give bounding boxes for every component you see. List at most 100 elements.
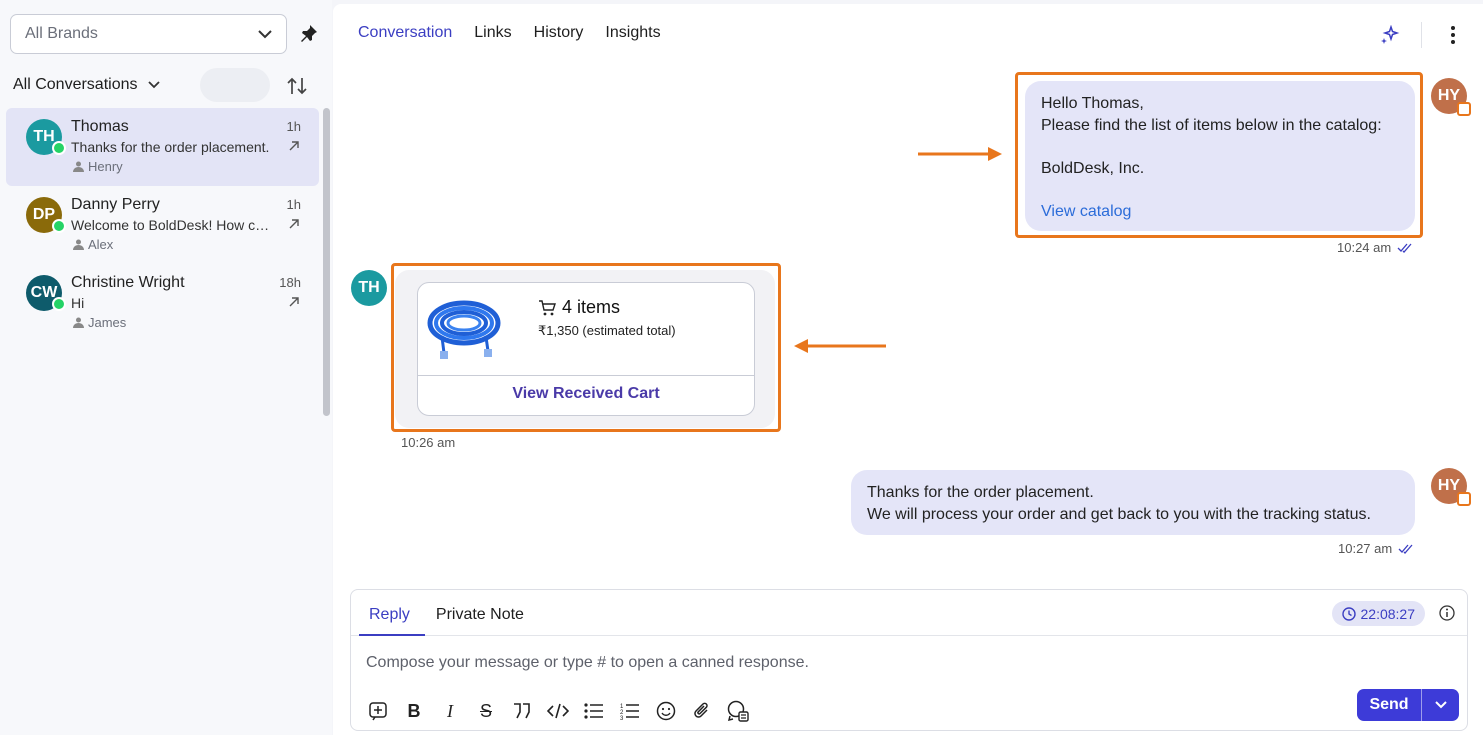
active-tab-indicator xyxy=(359,634,425,636)
svg-text:3: 3 xyxy=(620,716,624,720)
cable-image-icon xyxy=(427,300,501,359)
insert-article-icon[interactable] xyxy=(367,700,389,722)
conversation-preview: Hi xyxy=(71,295,85,311)
strikethrough-icon[interactable]: S xyxy=(475,700,497,722)
annotation-arrow-left-icon xyxy=(794,339,886,353)
outgoing-message: Hello Thomas, Please find the list of it… xyxy=(1025,81,1415,231)
bold-icon[interactable]: B xyxy=(403,700,425,722)
sidebar-scrollbar[interactable] xyxy=(323,108,330,416)
assigned-agent: James xyxy=(73,315,126,330)
conversation-item[interactable]: DP Danny Perry 1h Welcome to BoldDesk! H… xyxy=(6,186,319,264)
cart-message: 4 items ₹1,350 (estimated total) View Re… xyxy=(395,270,775,428)
quote-icon[interactable] xyxy=(511,700,533,722)
assigned-agent: Henry xyxy=(73,159,123,174)
conversation-time: 1h xyxy=(286,119,301,134)
agent-status-badge xyxy=(1457,102,1471,116)
arrow-up-right-icon xyxy=(289,297,299,307)
cart-icon xyxy=(539,299,556,315)
brand-select-value: All Brands xyxy=(25,25,98,42)
cart-card: 4 items ₹1,350 (estimated total) View Re… xyxy=(417,282,755,416)
message-line: We will process your order and get back … xyxy=(867,505,1371,523)
send-options-dropdown[interactable] xyxy=(1421,689,1459,721)
outgoing-message: Thanks for the order placement. We will … xyxy=(851,470,1415,535)
sparkle-icon[interactable] xyxy=(1380,25,1400,45)
cart-total: ₹1,350 (estimated total) xyxy=(538,323,676,338)
view-catalog-link[interactable]: View catalog xyxy=(1041,201,1399,223)
compose-input[interactable]: Compose your message or type # to open a… xyxy=(366,654,809,672)
message-line: BoldDesk, Inc. xyxy=(1041,159,1145,177)
whatsapp-icon xyxy=(52,141,66,155)
agent-status-badge xyxy=(1457,492,1471,506)
send-button[interactable]: Send xyxy=(1357,689,1459,721)
tab-insights[interactable]: Insights xyxy=(605,24,660,42)
tab-history[interactable]: History xyxy=(534,24,584,42)
conversation-time: 18h xyxy=(279,275,301,290)
tab-private-note[interactable]: Private Note xyxy=(436,606,524,624)
info-icon[interactable] xyxy=(1439,605,1455,621)
conversation-item[interactable]: TH Thomas 1h Thanks for the order placem… xyxy=(6,108,319,186)
sort-icon[interactable] xyxy=(286,75,308,97)
tab-conversation[interactable]: Conversation xyxy=(358,24,452,42)
message-line: Please find the list of items below in t… xyxy=(1041,116,1382,134)
conversation-preview: Welcome to BoldDesk! How can I help you? xyxy=(71,217,271,233)
customer-avatar: TH xyxy=(351,270,387,306)
conversation-panel: Conversation Links History Insights Hell… xyxy=(333,4,1483,735)
cart-items-count: 4 items xyxy=(562,297,621,317)
agent-name: James xyxy=(88,315,127,330)
user-icon xyxy=(73,317,84,328)
arrow-up-right-icon xyxy=(289,141,299,151)
contact-name: Thomas xyxy=(71,118,129,135)
double-check-icon xyxy=(1397,243,1412,253)
chevron-down-icon xyxy=(258,29,272,38)
conversation-filter-label: All Conversations xyxy=(13,76,138,93)
pin-icon[interactable] xyxy=(298,24,318,44)
filter-pill xyxy=(200,68,270,102)
message-line: Hello Thomas, xyxy=(1041,95,1144,112)
conversation-filter[interactable]: All Conversations xyxy=(13,76,160,94)
message-line: Thanks for the order placement. xyxy=(867,484,1094,501)
message-time: 10:27 am xyxy=(1338,541,1393,556)
formatting-toolbar: B I S 123 xyxy=(367,700,749,722)
tab-reply[interactable]: Reply xyxy=(369,606,410,624)
contact-name: Danny Perry xyxy=(71,196,160,213)
emoji-icon[interactable] xyxy=(655,700,677,722)
conversation-time: 1h xyxy=(286,197,301,212)
more-options-icon[interactable] xyxy=(1445,24,1461,46)
clock-icon xyxy=(1341,606,1356,621)
contact-name: Christine Wright xyxy=(71,274,185,291)
chevron-down-icon xyxy=(1434,701,1447,709)
conversation-item[interactable]: CW Christine Wright 18h Hi James xyxy=(6,264,319,342)
italic-icon[interactable]: I xyxy=(439,700,461,722)
annotation-arrow-right-icon xyxy=(918,147,1002,161)
whatsapp-template-icon[interactable] xyxy=(727,700,749,722)
composer-tabs: Reply Private Note xyxy=(369,606,524,624)
reply-composer: Reply Private Note 22:08:27 Compose your… xyxy=(350,589,1468,731)
message-timestamp: 10:24 am xyxy=(1337,240,1413,255)
header-divider xyxy=(1421,22,1422,48)
agent-name: Henry xyxy=(88,159,123,174)
bulleted-list-icon[interactable] xyxy=(583,700,605,722)
chevron-down-icon xyxy=(147,81,160,89)
whatsapp-icon xyxy=(52,297,66,311)
cart-divider xyxy=(418,375,754,376)
message-time: 10:24 am xyxy=(1337,240,1392,255)
double-check-icon xyxy=(1398,544,1413,554)
sidebar: All Brands All Conversations TH Thomas 1… xyxy=(0,0,332,735)
view-received-cart-button[interactable]: View Received Cart xyxy=(418,385,754,403)
attachment-icon[interactable] xyxy=(691,700,713,722)
whatsapp-icon xyxy=(52,219,66,233)
conversation-list: TH Thomas 1h Thanks for the order placem… xyxy=(6,108,319,342)
tab-links[interactable]: Links xyxy=(474,24,511,42)
code-icon[interactable] xyxy=(547,700,569,722)
brand-select[interactable]: All Brands xyxy=(10,14,287,54)
agent-name: Alex xyxy=(88,237,114,252)
send-button-label: Send xyxy=(1369,696,1409,713)
message-timestamp: 10:26 am xyxy=(401,435,455,450)
numbered-list-icon[interactable]: 123 xyxy=(619,700,641,722)
message-time: 10:26 am xyxy=(401,435,456,450)
composer-divider xyxy=(351,635,1467,636)
assigned-agent: Alex xyxy=(73,237,113,252)
conversation-preview: Thanks for the order placement. xyxy=(71,139,270,155)
arrow-up-right-icon xyxy=(289,219,299,229)
